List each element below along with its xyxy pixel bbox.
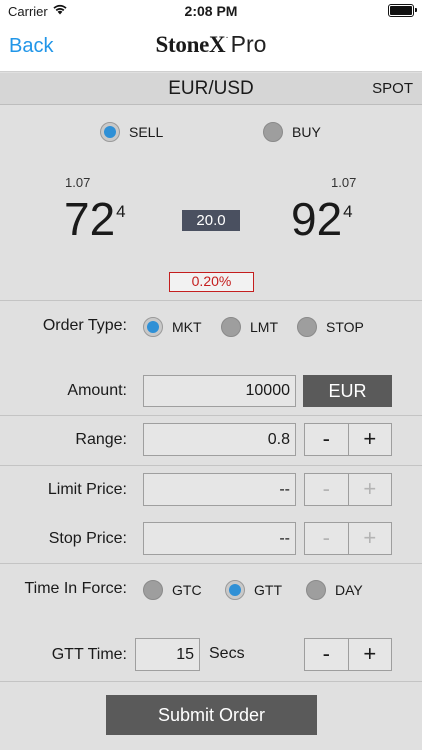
range-increment-button[interactable]: +: [347, 424, 392, 455]
stonex-pro-logo: StoneX·Pro: [155, 31, 267, 57]
submit-order-button[interactable]: Submit Order: [106, 695, 317, 735]
currency-pair: EUR/USD: [168, 78, 254, 99]
clock: 2:08 PM: [184, 3, 238, 19]
divider: [0, 465, 422, 466]
divider: [0, 681, 422, 682]
buy-pip: 4: [343, 201, 353, 221]
amount-input[interactable]: 10000: [143, 375, 296, 407]
tif-gtt-radio[interactable]: GTT: [225, 580, 282, 600]
buy-rate-prefix: 1.07: [331, 175, 357, 190]
buy-radio[interactable]: BUY: [263, 122, 321, 142]
tif-day-radio[interactable]: DAY: [306, 580, 363, 600]
limit-price-input[interactable]: --: [143, 473, 296, 506]
range-decrement-button[interactable]: -: [305, 424, 348, 455]
range-input[interactable]: 0.8: [143, 423, 296, 456]
spread-badge: 20.0: [182, 210, 240, 231]
gtt-time-increment-button[interactable]: +: [347, 639, 392, 670]
battery-icon: [388, 4, 417, 17]
tif-gtc-radio[interactable]: GTC: [143, 580, 202, 600]
stop-price-stepper: - +: [304, 522, 392, 555]
radio-unselected-icon: [306, 580, 326, 600]
radio-unselected-icon: [297, 317, 317, 337]
radio-unselected-icon: [143, 580, 163, 600]
nav-bar: Back StoneX·Pro: [0, 22, 422, 72]
gtt-time-decrement-button[interactable]: -: [305, 639, 348, 670]
stop-price-input[interactable]: --: [143, 522, 296, 555]
amount-label: Amount:: [67, 382, 127, 399]
gtt-time-stepper: - +: [304, 638, 392, 671]
gtt-time-label: GTT Time:: [51, 646, 127, 663]
radio-selected-icon: [143, 317, 163, 337]
stop-price-decrement-button[interactable]: -: [305, 523, 348, 554]
limit-price-stepper: - +: [304, 473, 392, 506]
order-type-label: Order Type:: [42, 317, 127, 334]
pair-header: EUR/USD SPOT: [0, 73, 422, 105]
market-type: SPOT: [372, 80, 413, 97]
radio-unselected-icon: [263, 122, 283, 142]
buy-rate[interactable]: 924: [291, 192, 353, 246]
gtt-time-input[interactable]: 15: [135, 638, 200, 671]
range-stepper: - +: [304, 423, 392, 456]
divider: [0, 300, 422, 301]
sell-pip: 4: [116, 201, 126, 221]
radio-selected-icon: [100, 122, 120, 142]
order-type-mkt-radio[interactable]: MKT: [143, 317, 202, 337]
divider: [0, 563, 422, 564]
stop-price-label: Stop Price:: [48, 530, 127, 547]
radio-unselected-icon: [221, 317, 241, 337]
gtt-time-unit: Secs: [209, 645, 245, 662]
range-label: Range:: [75, 431, 127, 448]
status-bar: Carrier 2:08 PM: [0, 0, 422, 22]
radio-selected-icon: [225, 580, 245, 600]
order-type-stop-radio[interactable]: STOP: [297, 317, 364, 337]
divider: [0, 415, 422, 416]
limit-price-increment-button[interactable]: +: [347, 474, 392, 505]
order-type-lmt-radio[interactable]: LMT: [221, 317, 278, 337]
time-in-force-label: Time In Force:: [24, 580, 127, 597]
stop-price-increment-button[interactable]: +: [347, 523, 392, 554]
sell-radio[interactable]: SELL: [100, 122, 163, 142]
percent-change-badge: 0.20%: [169, 272, 254, 292]
currency-button[interactable]: EUR: [303, 375, 392, 407]
limit-price-label: Limit Price:: [47, 481, 127, 498]
sell-rate-prefix: 1.07: [65, 175, 91, 190]
limit-price-decrement-button[interactable]: -: [305, 474, 348, 505]
sell-rate[interactable]: 724: [64, 192, 126, 246]
